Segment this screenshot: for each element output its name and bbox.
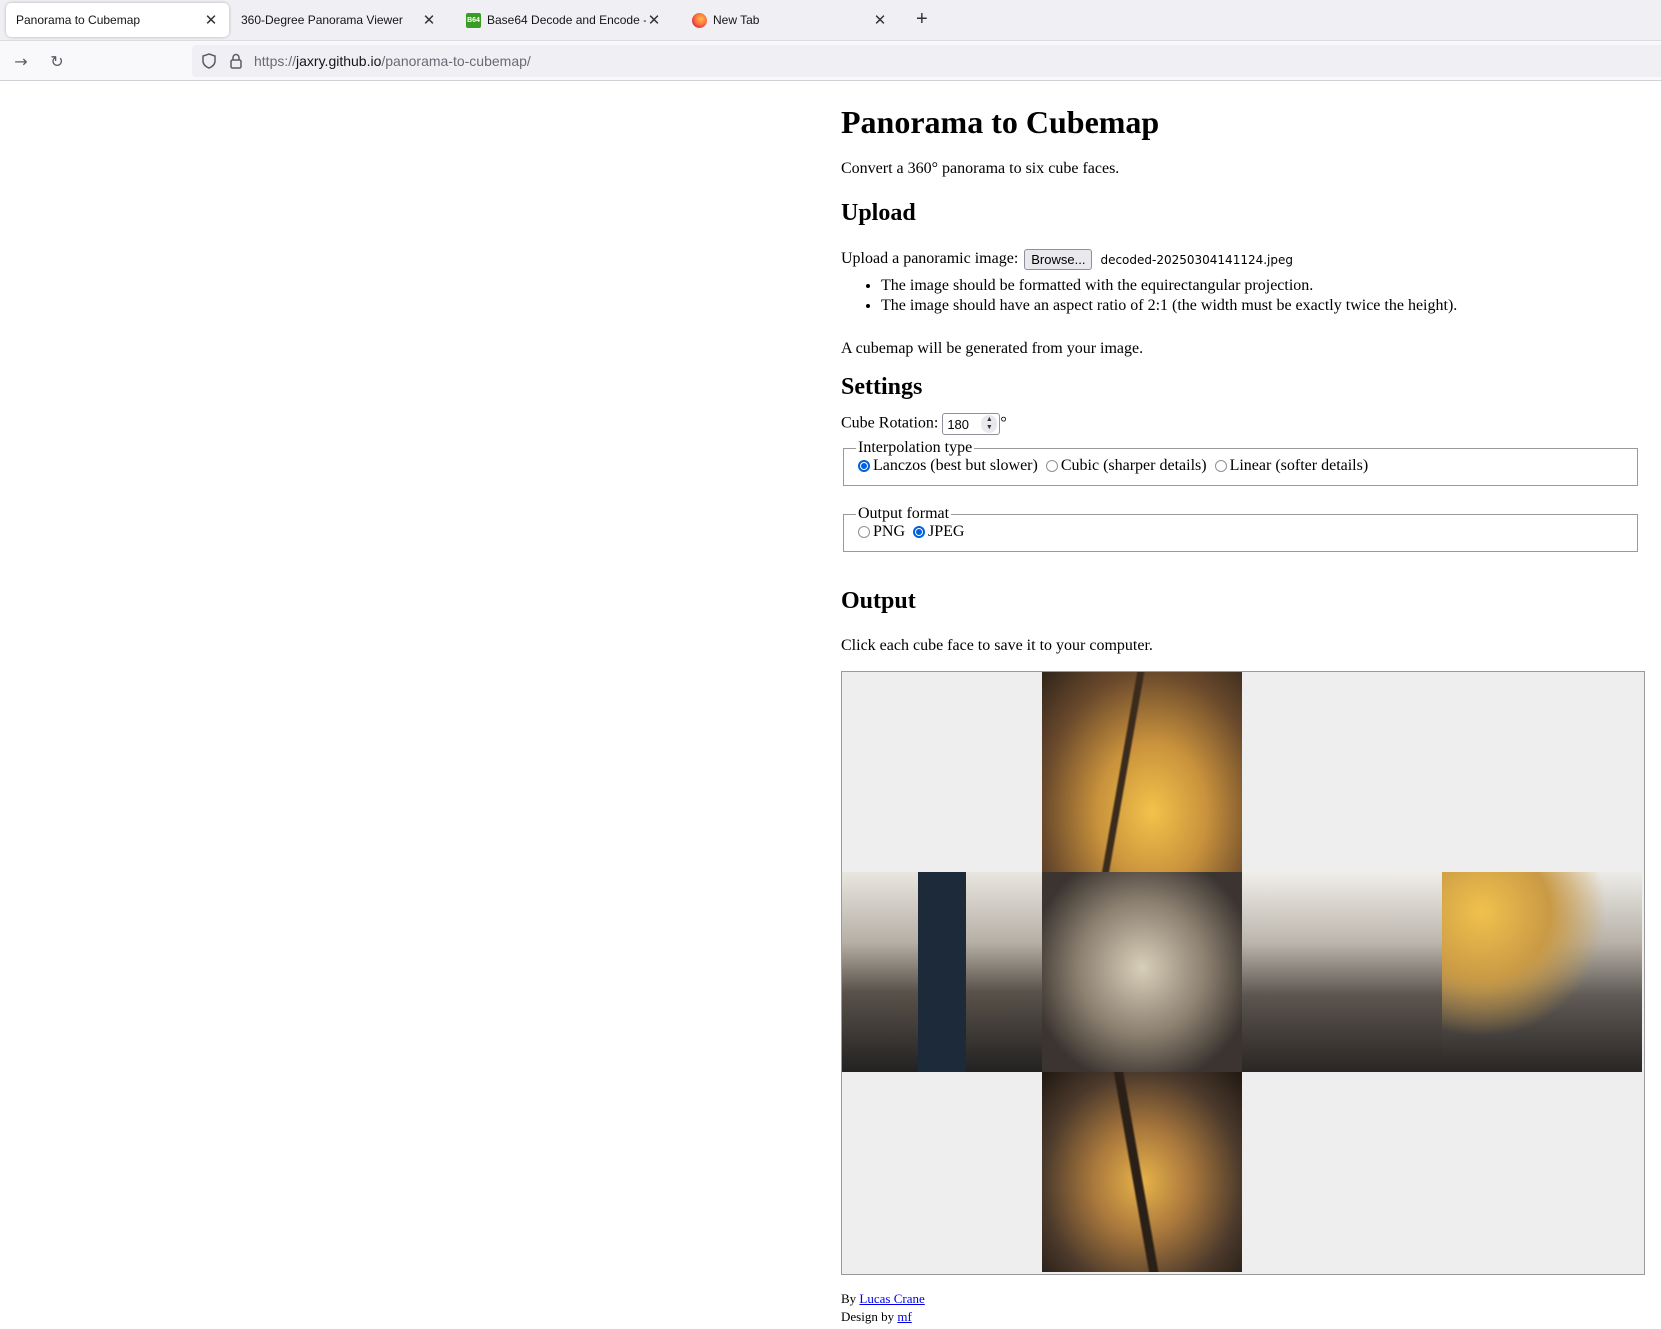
- upload-requirements: The image should be formatted with the e…: [841, 276, 1457, 316]
- url-scheme: https://: [254, 53, 297, 69]
- close-tab-icon[interactable]: ✕: [872, 12, 888, 29]
- spinner-arrows-icon[interactable]: ▲ ▼: [981, 415, 998, 433]
- cubemap-output: [841, 671, 1645, 1275]
- cube-face-bottom[interactable]: [1042, 1072, 1242, 1272]
- tab-bar: Panorama to Cubemap ✕ 360-Degree Panoram…: [0, 0, 1661, 41]
- radio-label: JPEG: [928, 523, 965, 540]
- url-path: /panorama-to-cubemap/: [381, 53, 531, 69]
- list-item: The image should have an aspect ratio of…: [881, 296, 1457, 316]
- radio-label: Cubic (sharper details): [1060, 457, 1207, 474]
- rotation-unit: °: [1000, 414, 1007, 432]
- format-jpeg-option[interactable]: JPEG: [913, 523, 964, 541]
- radio-button[interactable]: [1214, 460, 1227, 472]
- output-instruction: Click each cube face to save it to your …: [841, 637, 1153, 654]
- format-fieldset: Output format PNG JPEG: [843, 505, 1638, 552]
- radio-button[interactable]: [858, 526, 870, 538]
- forward-arrow-icon[interactable]: →: [9, 49, 33, 73]
- interpolation-lanczos-option[interactable]: Lanczos (best but slower): [858, 457, 1038, 475]
- cube-face-right[interactable]: [1242, 872, 1442, 1072]
- upload-label: Upload a panoramic image:: [841, 250, 1019, 268]
- designer-link[interactable]: mf: [897, 1309, 911, 1324]
- interpolation-fieldset: Interpolation type Lanczos (best but slo…: [843, 439, 1638, 486]
- firefox-icon: [692, 12, 707, 28]
- tab-base64[interactable]: B64 Base64 Decode and Encode - O ✕: [456, 3, 672, 37]
- nav-bar: → ↻ https://jaxry.github.io/panorama-to-…: [0, 41, 1661, 81]
- upload-row: Upload a panoramic image: Browse... deco…: [841, 249, 1293, 270]
- new-tab-plus-icon[interactable]: +: [916, 9, 928, 29]
- interpolation-legend: Interpolation type: [858, 439, 973, 456]
- list-item: The image should be formatted with the e…: [881, 276, 1457, 296]
- close-tab-icon[interactable]: ✕: [203, 12, 219, 29]
- tab-title: 360-Degree Panorama Viewer: [241, 13, 403, 27]
- tab-panorama-viewer[interactable]: 360-Degree Panorama Viewer ✕: [231, 3, 447, 37]
- page-title: Panorama to Cubemap: [841, 104, 1160, 140]
- close-tab-icon[interactable]: ✕: [646, 12, 662, 29]
- tab-new-tab[interactable]: New Tab ✕: [682, 3, 898, 37]
- tab-title: Panorama to Cubemap: [16, 13, 141, 27]
- browse-button[interactable]: Browse...: [1024, 249, 1093, 270]
- cube-face-front[interactable]: [1042, 872, 1242, 1072]
- close-tab-icon[interactable]: ✕: [421, 12, 437, 29]
- interpolation-cubic-option[interactable]: Cubic (sharper details): [1045, 457, 1207, 475]
- lock-icon[interactable]: [227, 52, 245, 70]
- by-label: By: [841, 1291, 857, 1306]
- format-png-option[interactable]: PNG: [858, 523, 905, 541]
- design-label: Design by: [841, 1309, 895, 1324]
- url-bar[interactable]: https://jaxry.github.io/panorama-to-cube…: [192, 45, 1661, 77]
- url-text[interactable]: https://jaxry.github.io/panorama-to-cube…: [254, 53, 531, 69]
- rotation-row: Cube Rotation: 180 ▲ ▼ °: [841, 413, 1007, 435]
- cube-face-top[interactable]: [1042, 672, 1242, 872]
- selected-filename: decoded-20250304141124.jpeg: [1100, 252, 1293, 267]
- rotation-input[interactable]: 180 ▲ ▼: [942, 413, 1001, 435]
- radio-label: Lanczos (best but slower): [873, 457, 1038, 474]
- rotation-label: Cube Rotation:: [841, 414, 939, 432]
- url-host: jaxry.github.io: [296, 53, 382, 69]
- cube-face-back[interactable]: [1442, 872, 1642, 1072]
- radio-button[interactable]: [1045, 460, 1058, 472]
- interpolation-linear-option[interactable]: Linear (softer details): [1214, 457, 1369, 475]
- tab-panorama-to-cubemap[interactable]: Panorama to Cubemap ✕: [6, 3, 229, 37]
- tab-title: New Tab: [713, 13, 760, 27]
- intro-text: Convert a 360° panorama to six cube face…: [841, 160, 1120, 177]
- format-legend: Output format: [858, 505, 950, 522]
- radio-button[interactable]: [913, 526, 926, 538]
- output-heading: Output: [841, 588, 916, 614]
- radio-label: PNG: [873, 523, 906, 540]
- b64-icon: B64: [466, 12, 481, 28]
- radio-button[interactable]: [858, 460, 870, 472]
- upload-note: A cubemap will be generated from your im…: [841, 340, 1144, 357]
- rotation-value: 180: [947, 416, 970, 432]
- author-credit: By Lucas Crane: [841, 1291, 925, 1307]
- reload-icon[interactable]: ↻: [45, 49, 69, 73]
- design-credit: Design by mf: [841, 1309, 912, 1325]
- tab-title: Base64 Decode and Encode - O: [487, 13, 646, 27]
- upload-heading: Upload: [841, 200, 916, 226]
- settings-heading: Settings: [841, 374, 923, 400]
- radio-label: Linear (softer details): [1229, 457, 1369, 474]
- cube-face-left[interactable]: [842, 872, 1042, 1072]
- shield-icon[interactable]: [200, 52, 218, 70]
- author-link[interactable]: Lucas Crane: [859, 1291, 924, 1306]
